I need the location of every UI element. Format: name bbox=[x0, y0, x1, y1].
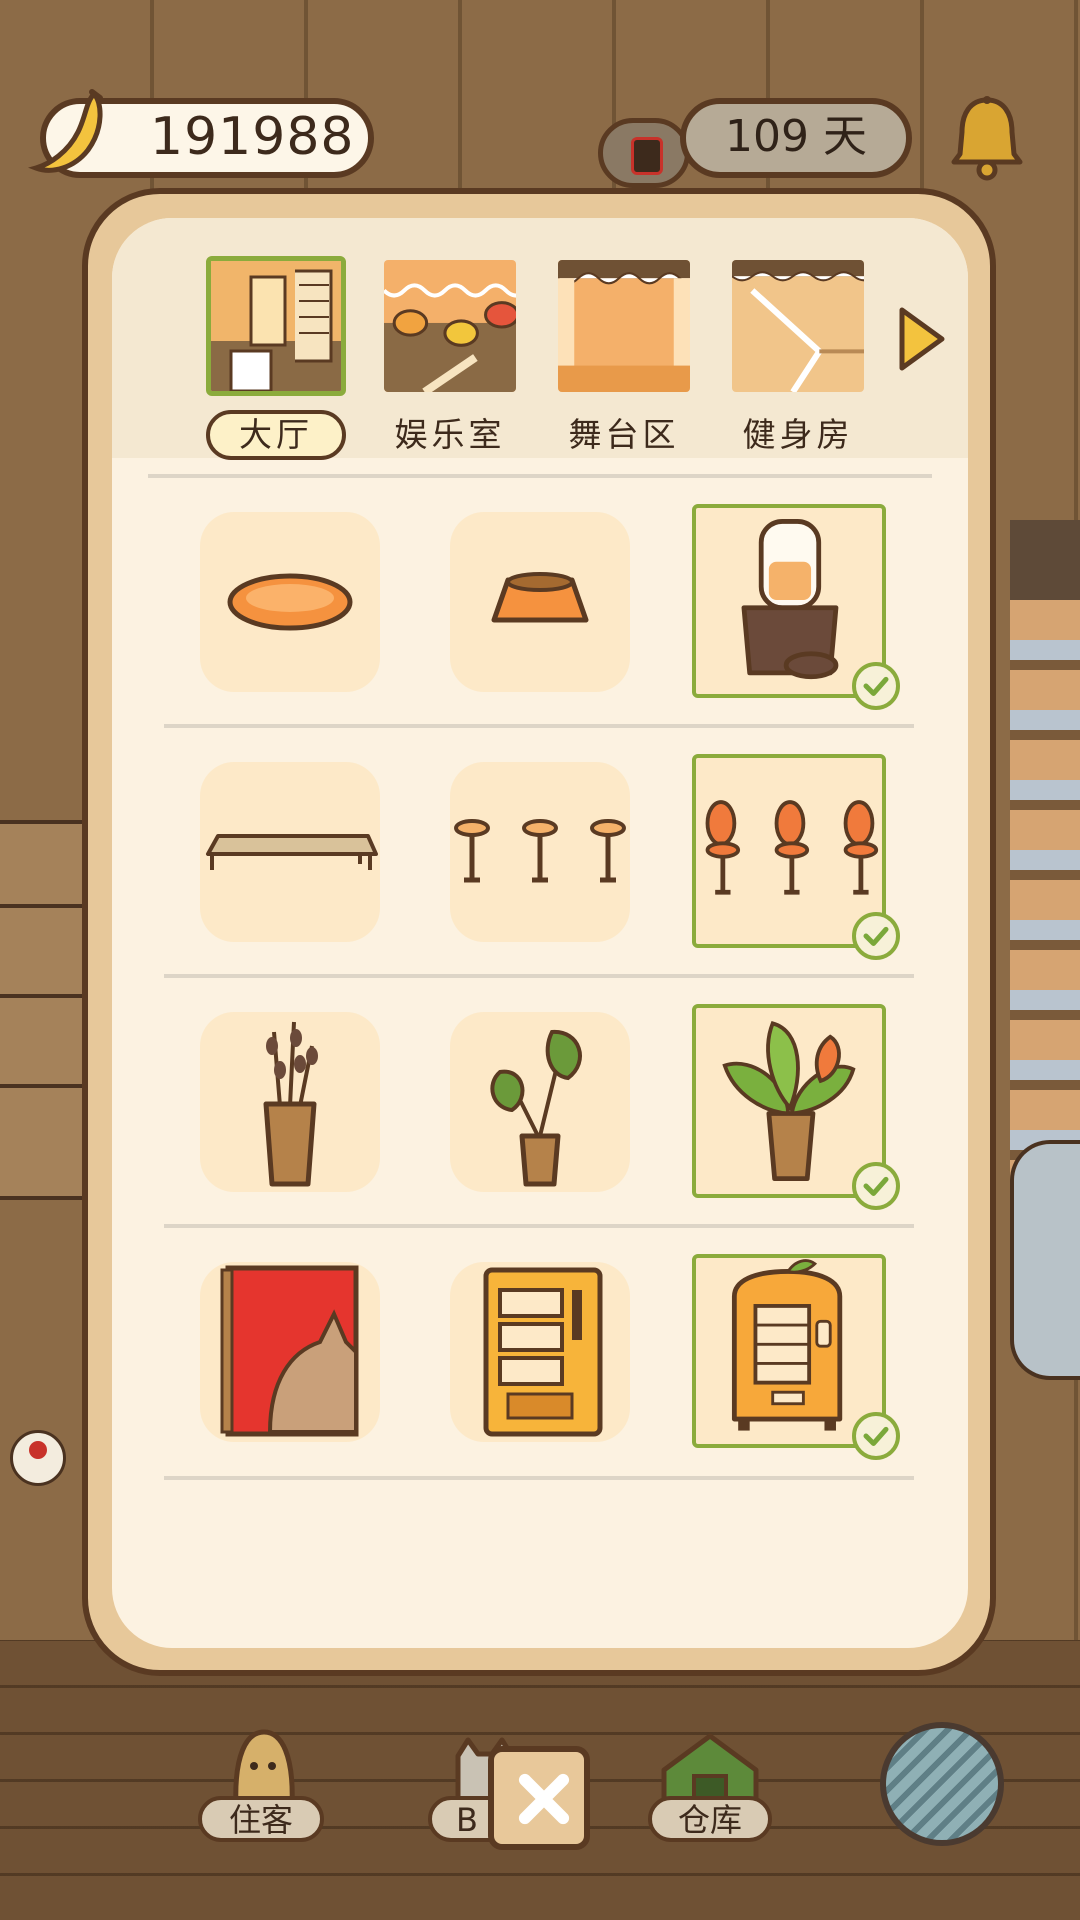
room-tabs: 大厅 娱乐室 舞台区 健身房 bbox=[112, 218, 968, 460]
item-food-bowl[interactable] bbox=[450, 512, 630, 692]
bar-stools-icon bbox=[454, 819, 626, 883]
warehouse-icon[interactable] bbox=[658, 1730, 762, 1806]
divider bbox=[164, 974, 914, 978]
item-push-vending-machine[interactable] bbox=[450, 1262, 630, 1442]
item-cat-bed[interactable] bbox=[200, 512, 380, 692]
food-bowl-icon bbox=[491, 572, 589, 623]
tab-gym-label: 健身房 bbox=[742, 415, 854, 454]
divider bbox=[148, 474, 932, 478]
item-red-bar-stools[interactable] bbox=[692, 754, 900, 960]
wooden-bench-icon bbox=[206, 834, 378, 870]
red-bar-stools-icon bbox=[705, 800, 879, 895]
banana-icon bbox=[28, 89, 103, 173]
stage-area-thumbnail bbox=[558, 260, 690, 392]
tab-stage-area-label: 舞台区 bbox=[568, 415, 680, 454]
lobby-thumbnail bbox=[206, 256, 346, 396]
guests-label[interactable]: 住客 bbox=[198, 1796, 324, 1842]
coin-amount: 191988 bbox=[150, 107, 355, 167]
background-cake bbox=[10, 1430, 66, 1486]
selected-check-icon bbox=[852, 1162, 900, 1210]
shop-panel: 大厅 娱乐室 舞台区 健身房 bbox=[112, 218, 968, 1648]
pussy-willow-plant-icon bbox=[263, 1021, 318, 1187]
item-orange-vending-machine[interactable] bbox=[692, 1254, 900, 1460]
warehouse-label[interactable]: 仓库 bbox=[648, 1796, 772, 1842]
item-monstera-plant[interactable] bbox=[450, 1012, 630, 1192]
tab-stage-area[interactable]: 舞台区 bbox=[554, 238, 694, 458]
gym-thumbnail bbox=[732, 260, 864, 392]
item-bar-stools[interactable] bbox=[450, 762, 630, 942]
tab-entertainment-room[interactable]: 娱乐室 bbox=[380, 238, 520, 458]
tab-gym[interactable]: 健身房 bbox=[728, 238, 868, 458]
leafy-potted-plant-icon bbox=[722, 1021, 856, 1182]
monstera-plant-icon bbox=[490, 1029, 582, 1187]
tab-entertainment-room-label: 娱乐室 bbox=[394, 415, 506, 454]
divider bbox=[164, 1476, 914, 1480]
item-pussy-willow-plant[interactable] bbox=[200, 1012, 380, 1192]
day-count: 109 天 bbox=[725, 111, 867, 162]
background-decor bbox=[1010, 520, 1080, 600]
divider bbox=[164, 1224, 914, 1228]
item-wooden-bench[interactable] bbox=[200, 762, 380, 942]
item-leafy-potted-plant[interactable] bbox=[692, 1004, 900, 1210]
background-character bbox=[1010, 1140, 1080, 1380]
selected-check-icon bbox=[852, 1412, 900, 1460]
item-buy-buy-poster[interactable] bbox=[200, 1262, 380, 1442]
background-shelf bbox=[0, 820, 90, 1200]
entertainment-room-thumbnail bbox=[384, 260, 516, 392]
food-dispenser-icon bbox=[741, 519, 839, 680]
tab-lobby[interactable]: 大厅 bbox=[206, 238, 346, 460]
tab-lobby-label: 大厅 bbox=[206, 410, 346, 460]
close-button[interactable] bbox=[488, 1746, 590, 1850]
selected-check-icon bbox=[852, 912, 900, 960]
buy-buy-poster-icon bbox=[220, 1265, 359, 1437]
cat-bed-icon bbox=[227, 573, 353, 631]
yarn-ball-icon[interactable] bbox=[880, 1722, 1004, 1846]
orange-vending-machine-icon bbox=[731, 1259, 843, 1431]
next-tabs-arrow-icon[interactable] bbox=[894, 304, 948, 374]
bell-icon[interactable] bbox=[946, 92, 1028, 184]
push-vending-machine-icon bbox=[483, 1267, 603, 1437]
badge-icon[interactable] bbox=[598, 118, 690, 188]
selected-check-icon bbox=[852, 662, 900, 710]
item-food-dispenser[interactable] bbox=[692, 504, 900, 710]
divider bbox=[164, 724, 914, 728]
background-curtain bbox=[1010, 600, 1080, 1200]
